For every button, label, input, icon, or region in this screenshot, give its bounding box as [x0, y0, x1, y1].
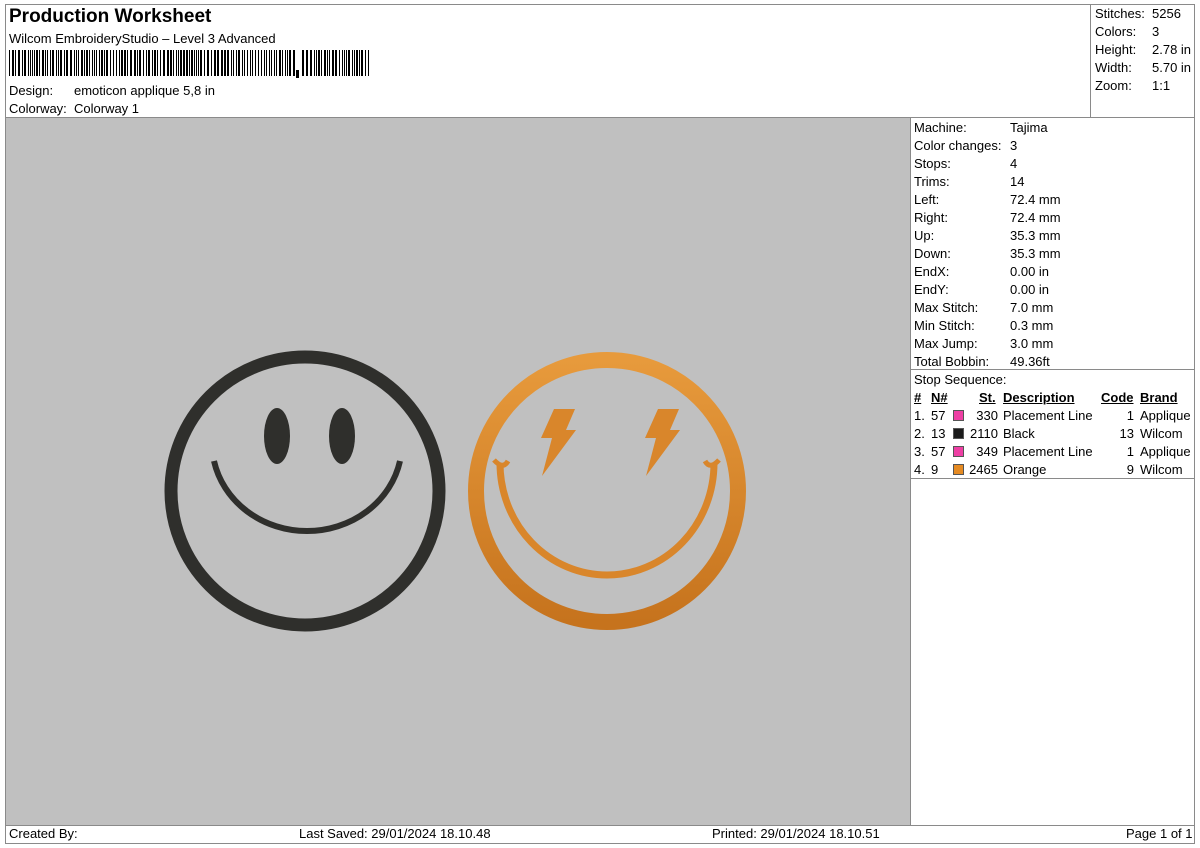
colorway-label: Colorway: [9, 101, 67, 116]
printed-date: Printed: 29/01/2024 18.10.51 [712, 826, 880, 841]
last-saved: Last Saved: 29/01/2024 18.10.48 [299, 826, 491, 841]
summary-value: 1:1 [1152, 78, 1171, 93]
machine-info-label: Up: [914, 228, 935, 243]
machine-info-label: EndX: [914, 264, 950, 279]
stop-row-stitches: 2110 [970, 426, 998, 441]
divider [5, 825, 1195, 826]
machine-info-value: 72.4 mm [1010, 210, 1061, 225]
stop-row-num: 4. [914, 462, 925, 477]
machine-info-label: Min Stitch: [914, 318, 975, 333]
embroidery-preview [164, 350, 746, 632]
summary-label: Height: [1095, 42, 1137, 57]
machine-info-value: 49.36ft [1010, 354, 1050, 369]
machine-info-value: 0.00 in [1010, 264, 1050, 279]
col-header-num: # [914, 390, 922, 405]
stop-row-needle: 57 [931, 408, 946, 423]
colorway-value: Colorway 1 [74, 101, 140, 116]
stop-row-description: Black [1003, 426, 1035, 441]
machine-info-label: Trims: [914, 174, 950, 189]
col-header-brand: Brand [1140, 390, 1178, 405]
machine-info-value: 3 [1010, 138, 1018, 153]
summary-value: 5.70 in [1152, 60, 1192, 75]
design-preview [6, 118, 910, 825]
stop-row-stitches: 2465 [969, 462, 998, 477]
machine-info-label: Color changes: [914, 138, 1002, 153]
machine-info-value: Tajima [1010, 120, 1048, 135]
summary-value: 2.78 in [1152, 42, 1192, 57]
machine-info-label: Max Stitch: [914, 300, 979, 315]
machine-info-value: 7.0 mm [1010, 300, 1054, 315]
machine-info-label: Machine: [914, 120, 967, 135]
col-header-description: Description [1003, 390, 1075, 405]
stop-row-needle: 9 [931, 462, 939, 477]
summary-value: 5256 [1152, 6, 1181, 21]
software-name: Wilcom EmbroideryStudio – Level 3 Advanc… [9, 31, 276, 46]
stop-row-stitches: 349 [976, 444, 998, 459]
stop-row-description: Orange [1003, 462, 1047, 477]
barcode-image [9, 50, 369, 78]
machine-info-value: 14 [1010, 174, 1025, 189]
machine-info-value: 0.3 mm [1010, 318, 1054, 333]
machine-info-value: 3.0 mm [1010, 336, 1054, 351]
stop-row-code: 9 [1126, 462, 1134, 477]
machine-info-label: Max Jump: [914, 336, 978, 351]
summary-label: Colors: [1095, 24, 1137, 39]
stop-row-stitches: 330 [976, 408, 998, 423]
stop-row-num: 2. [914, 426, 925, 441]
stop-row-needle: 57 [931, 444, 946, 459]
machine-info-value: 72.4 mm [1010, 192, 1061, 207]
summary-value: 3 [1152, 24, 1160, 39]
machine-info-label: Right: [914, 210, 948, 225]
divider [910, 478, 1195, 479]
stop-row-code: 1 [1126, 408, 1134, 423]
summary-label: Width: [1095, 60, 1132, 75]
page-number: Page 1 of 1 [1126, 826, 1193, 841]
col-header-stitches: St. [979, 390, 996, 405]
stop-row-brand: Wilcom [1140, 462, 1183, 477]
stop-row-brand: Applique [1140, 408, 1191, 423]
stop-sequence-title: Stop Sequence: [914, 372, 1007, 387]
design-value: emoticon applique 5,8 in [74, 83, 215, 98]
stop-row-description: Placement Line [1003, 444, 1093, 459]
stop-row-num: 1. [914, 408, 925, 423]
stop-row-code: 13 [1119, 426, 1134, 441]
summary-label: Zoom: [1095, 78, 1132, 93]
design-label: Design: [9, 83, 54, 98]
machine-info-label: Left: [914, 192, 940, 207]
created-by: Created By: [9, 826, 78, 841]
page-title: Production Worksheet [9, 6, 212, 27]
divider [910, 369, 1195, 370]
divider [910, 117, 911, 825]
stop-row-num: 3. [914, 444, 925, 459]
col-header-needle: N# [931, 390, 948, 405]
machine-info-value: 4 [1010, 156, 1018, 171]
machine-info-value: 35.3 mm [1010, 246, 1061, 261]
orange-smiley [468, 352, 746, 630]
machine-info-label: Total Bobbin: [914, 354, 990, 369]
col-header-code: Code [1101, 390, 1134, 405]
stop-row-needle: 13 [931, 426, 946, 441]
stop-row-description: Placement Line [1003, 408, 1093, 423]
machine-info-label: Down: [914, 246, 951, 261]
machine-info-label: EndY: [914, 282, 949, 297]
stop-row-brand: Applique [1140, 444, 1191, 459]
stop-row-code: 1 [1126, 444, 1134, 459]
machine-info-value: 0.00 in [1010, 282, 1050, 297]
divider [1090, 4, 1091, 118]
stop-row-brand: Wilcom [1140, 426, 1183, 441]
machine-info-label: Stops: [914, 156, 951, 171]
machine-info-value: 35.3 mm [1010, 228, 1061, 243]
black-smiley [164, 350, 446, 632]
summary-label: Stitches: [1095, 6, 1145, 21]
